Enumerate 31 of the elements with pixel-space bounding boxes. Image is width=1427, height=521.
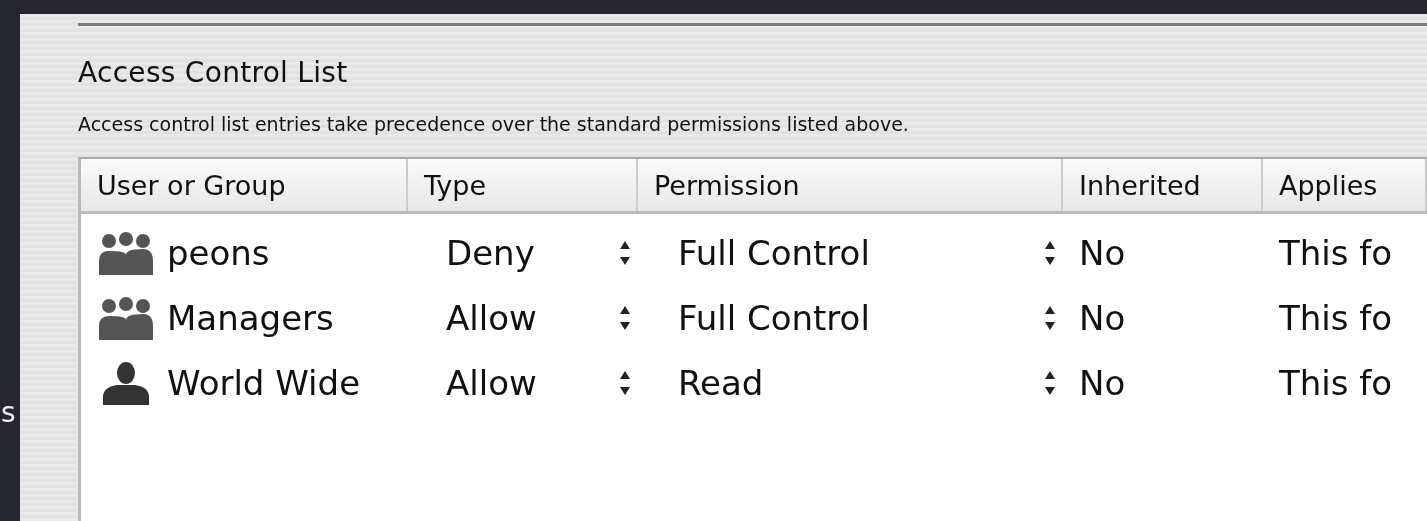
type-popup[interactable]: Allow	[408, 350, 638, 415]
section-title: Access Control List	[78, 56, 349, 89]
stepper-arrows-icon	[620, 240, 630, 265]
permission-popup[interactable]: Full Control	[638, 285, 1063, 350]
section-description: Access control list entries take precedence over the standard permissions listed above.	[78, 113, 910, 135]
user-name: peons	[167, 232, 270, 273]
group-icon	[99, 230, 153, 275]
group-icon	[99, 295, 153, 340]
column-header[interactable]: Type	[408, 159, 638, 211]
user-name: World Wide	[167, 362, 361, 403]
table-cell-text: No	[1078, 296, 1127, 340]
column-header[interactable]: User or Group	[81, 159, 408, 211]
table-cell-text: This fo	[1278, 296, 1394, 340]
permission-popup[interactable]: Read	[638, 350, 1063, 415]
column-header[interactable]: Inherited	[1063, 159, 1263, 211]
background-text: s	[1, 396, 16, 429]
stepper-arrows-icon	[1045, 240, 1055, 265]
table-cell-text: This fo	[1278, 231, 1394, 275]
stepper-arrows-icon	[620, 370, 630, 395]
column-header[interactable]: Permission	[638, 159, 1063, 211]
table-cell-text: No	[1078, 361, 1127, 405]
column-header[interactable]: Applies	[1263, 159, 1427, 211]
type-popup[interactable]: Deny	[408, 220, 638, 285]
stepper-arrows-icon	[1045, 305, 1055, 330]
user-name: Managers	[167, 297, 334, 338]
stepper-arrows-icon	[1045, 370, 1055, 395]
stepper-arrows-icon	[620, 305, 630, 330]
table-cell-text: No	[1078, 231, 1127, 275]
type-popup[interactable]: Allow	[408, 285, 638, 350]
table-cell-text: This fo	[1278, 361, 1394, 405]
permission-popup[interactable]: Full Control	[638, 220, 1063, 285]
